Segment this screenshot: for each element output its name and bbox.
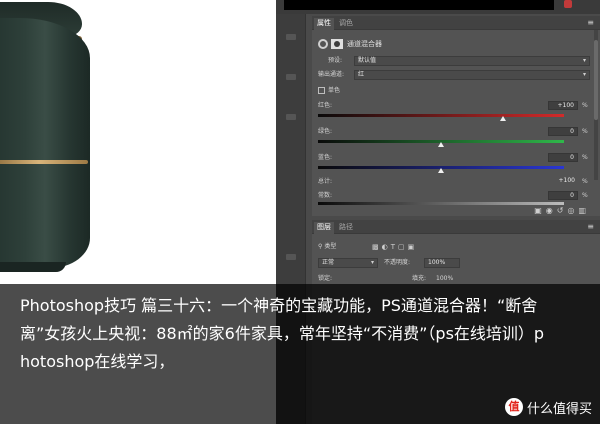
layers-tab-bar: 图层 路径 ≡ bbox=[312, 220, 600, 234]
type-filter-icon[interactable]: T bbox=[391, 243, 398, 251]
adjustment-title: 通道混合器 bbox=[347, 40, 382, 48]
constant-unit: % bbox=[582, 192, 588, 199]
trash-icon[interactable]: ▥ bbox=[578, 206, 590, 215]
blue-slider-label: 蓝色: bbox=[318, 154, 333, 161]
red-unit: % bbox=[582, 102, 588, 109]
preset-value: 默认值 bbox=[358, 57, 377, 64]
reset-icon[interactable]: ↺ bbox=[557, 206, 568, 215]
channel-mixer-icon bbox=[318, 39, 328, 49]
properties-scrollbar[interactable] bbox=[594, 30, 598, 180]
menu-icon[interactable]: ≡ bbox=[587, 222, 594, 232]
visibility-icon[interactable]: ◎ bbox=[567, 206, 578, 215]
pixel-filter-icon[interactable]: ▩ bbox=[372, 243, 382, 251]
monochrome-row[interactable]: 单色 bbox=[318, 86, 340, 96]
blend-mode-dropdown[interactable]: 正常 ▾ bbox=[318, 258, 378, 268]
adjustment-header: 通道混合器 bbox=[318, 38, 382, 50]
menu-icon[interactable]: ≡ bbox=[587, 18, 594, 28]
close-icon[interactable] bbox=[564, 0, 572, 8]
search-icon: ⚲ bbox=[318, 243, 323, 250]
chevron-down-icon: ▾ bbox=[582, 71, 586, 78]
canvas-strip bbox=[276, 0, 600, 14]
total-label: 总计: bbox=[318, 178, 333, 185]
output-channel-value: 红 bbox=[358, 71, 365, 78]
blue-value-field[interactable]: 0 bbox=[548, 153, 578, 162]
tab-properties[interactable]: 属性 bbox=[314, 18, 334, 30]
output-channel-label: 输出通道: bbox=[318, 71, 345, 78]
caption-overlay: Photoshop技巧 篇三十六：一个神奇的宝藏功能，PS通道混合器！“断舍离”… bbox=[0, 284, 600, 424]
air-fryer-gold-band bbox=[0, 160, 88, 164]
canvas-preview bbox=[284, 0, 554, 10]
tab-adjustments[interactable]: 调色 bbox=[336, 18, 356, 30]
tool-icon[interactable] bbox=[286, 74, 296, 80]
blue-slider-thumb[interactable] bbox=[438, 168, 444, 173]
opacity-label: 不透明度: bbox=[384, 259, 411, 266]
layer-filter-row: ⚲ 类型 bbox=[318, 242, 336, 253]
green-slider-label: 绿色: bbox=[318, 128, 333, 135]
monochrome-label: 单色 bbox=[328, 87, 341, 94]
tool-icon[interactable] bbox=[286, 114, 296, 120]
constant-slider-track[interactable] bbox=[318, 202, 564, 205]
red-slider-label: 红色: bbox=[318, 102, 333, 109]
opacity-value: 100% bbox=[428, 259, 446, 266]
view-previous-icon[interactable]: ◉ bbox=[546, 206, 557, 215]
properties-tab-bar: 属性 调色 ≡ bbox=[312, 16, 600, 30]
blue-unit: % bbox=[582, 154, 588, 161]
caption-text: Photoshop技巧 篇三十六：一个神奇的宝藏功能，PS通道混合器！“断舍离”… bbox=[20, 296, 545, 371]
monochrome-checkbox[interactable] bbox=[318, 87, 325, 94]
constant-value-field[interactable]: 0 bbox=[548, 191, 578, 200]
blue-slider-track[interactable] bbox=[318, 166, 564, 173]
scrollbar-thumb[interactable] bbox=[594, 40, 598, 120]
red-slider-track[interactable] bbox=[318, 114, 564, 121]
adjustment-filter-icon[interactable]: ◐ bbox=[382, 243, 391, 251]
watermark-logo: 值 bbox=[504, 398, 523, 416]
layer-filter-dropdown[interactable]: 类型 bbox=[324, 243, 336, 250]
preset-label: 预设: bbox=[328, 57, 343, 64]
smart-object-filter-icon[interactable]: ▣ bbox=[408, 243, 418, 251]
output-channel-dropdown[interactable]: 红 ▾ bbox=[354, 70, 590, 80]
opacity-field[interactable]: 100% bbox=[424, 258, 460, 268]
chevron-down-icon: ▾ bbox=[370, 259, 374, 266]
shape-filter-icon[interactable]: ▢ bbox=[398, 243, 408, 251]
green-slider-thumb[interactable] bbox=[438, 142, 444, 147]
tab-paths[interactable]: 路径 bbox=[336, 222, 356, 234]
red-slider-thumb[interactable] bbox=[499, 116, 506, 121]
layer-filter-icons: ▩◐T▢▣ bbox=[372, 242, 417, 252]
layer-mask-icon[interactable] bbox=[331, 39, 343, 49]
blend-mode-value: 正常 bbox=[322, 259, 335, 266]
air-fryer-body bbox=[0, 18, 90, 268]
constant-label: 常数: bbox=[318, 192, 333, 199]
total-value: +100 bbox=[558, 177, 575, 184]
watermark: 值 什么值得买 bbox=[504, 398, 592, 417]
green-value-field[interactable]: 0 bbox=[548, 127, 578, 136]
panel-footer-icons: ▣◉↺◎▥ bbox=[534, 206, 590, 215]
green-slider-track[interactable] bbox=[318, 140, 564, 147]
tool-icon[interactable] bbox=[286, 34, 296, 40]
watermark-text: 什么值得买 bbox=[526, 401, 592, 417]
clip-icon[interactable]: ▣ bbox=[534, 206, 546, 215]
tab-layers[interactable]: 图层 bbox=[314, 222, 334, 234]
tool-icon[interactable] bbox=[286, 254, 296, 260]
chevron-down-icon: ▾ bbox=[582, 57, 586, 64]
preset-dropdown[interactable]: 默认值 ▾ bbox=[354, 56, 590, 66]
properties-panel: 属性 调色 ≡ 通道混合器 预设: 默认值 ▾ 输出通道: 红 ▾ 单色 红色: +… bbox=[312, 16, 600, 216]
red-value-field[interactable]: +100 bbox=[548, 101, 578, 110]
air-fryer-base bbox=[0, 262, 66, 272]
green-unit: % bbox=[582, 128, 588, 135]
total-unit: % bbox=[582, 178, 588, 185]
